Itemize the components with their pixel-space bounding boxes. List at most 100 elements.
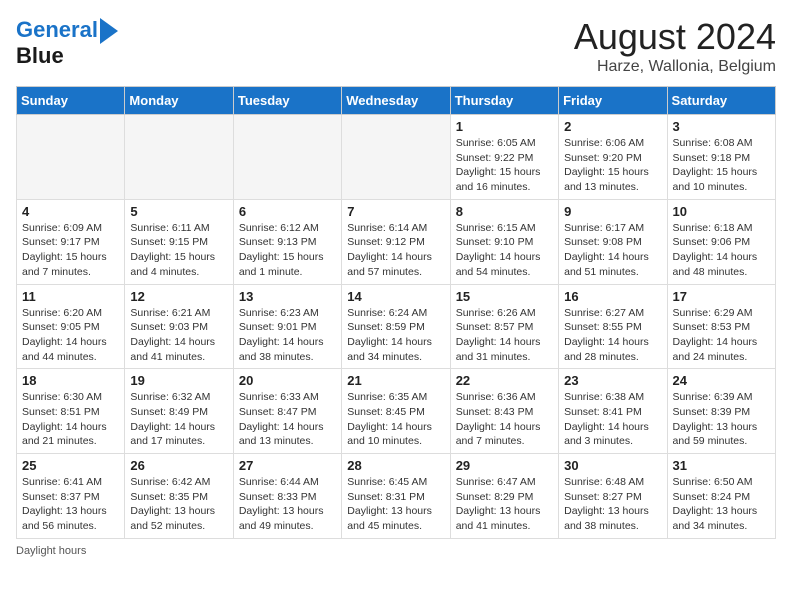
day-info: Sunrise: 6:26 AM Sunset: 8:57 PM Dayligh… bbox=[456, 306, 553, 365]
calendar-cell: 29 Sunrise: 6:47 AM Sunset: 8:29 PM Dayli… bbox=[450, 454, 558, 539]
calendar-cell: 13Sunrise: 6:23 AM Sunset: 9:01 PM Dayli… bbox=[233, 284, 341, 369]
day-number: 19 bbox=[130, 373, 227, 388]
calendar-cell bbox=[125, 115, 233, 200]
week-row-4: 25 Sunrise: 6:41 AM Sunset: 8:37 PM Dayli… bbox=[17, 454, 776, 539]
day-number: 7 bbox=[347, 204, 444, 219]
logo-arrow-icon bbox=[100, 18, 118, 44]
calendar-cell: 15 Sunrise: 6:26 AM Sunset: 8:57 PM Dayli… bbox=[450, 284, 558, 369]
calendar-table: Sunday Monday Tuesday Wednesday Thursday… bbox=[16, 86, 776, 539]
calendar-cell: 18 Sunrise: 6:30 AM Sunset: 8:51 PM Dayli… bbox=[17, 369, 125, 454]
day-info: Sunrise: 6:14 AM Sunset: 9:12 PM Dayligh… bbox=[347, 221, 444, 280]
day-info: Sunrise: 6:29 AM Sunset: 8:53 PM Dayligh… bbox=[673, 306, 770, 365]
col-friday: Friday bbox=[559, 87, 667, 115]
logo-text-blue: Blue bbox=[16, 44, 64, 68]
day-number: 25 bbox=[22, 458, 119, 473]
calendar-cell: 30 Sunrise: 6:48 AM Sunset: 8:27 PM Dayli… bbox=[559, 454, 667, 539]
day-number: 27 bbox=[239, 458, 336, 473]
day-number: 4 bbox=[22, 204, 119, 219]
col-monday: Monday bbox=[125, 87, 233, 115]
day-number: 9 bbox=[564, 204, 661, 219]
calendar-cell: 7 Sunrise: 6:14 AM Sunset: 9:12 PM Daylig… bbox=[342, 199, 450, 284]
day-info: Sunrise: 6:39 AM Sunset: 8:39 PM Dayligh… bbox=[673, 390, 770, 449]
day-info: Sunrise: 6:17 AM Sunset: 9:08 PM Dayligh… bbox=[564, 221, 661, 280]
day-info: Sunrise: 6:50 AM Sunset: 8:24 PM Dayligh… bbox=[673, 475, 770, 534]
day-info: Sunrise: 6:24 AM Sunset: 8:59 PM Dayligh… bbox=[347, 306, 444, 365]
col-wednesday: Wednesday bbox=[342, 87, 450, 115]
calendar-cell: 16Sunrise: 6:27 AM Sunset: 8:55 PM Dayli… bbox=[559, 284, 667, 369]
day-info: Sunrise: 6:33 AM Sunset: 8:47 PM Dayligh… bbox=[239, 390, 336, 449]
day-number: 11 bbox=[22, 289, 119, 304]
day-info: Sunrise: 6:09 AM Sunset: 9:17 PM Dayligh… bbox=[22, 221, 119, 280]
day-number: 5 bbox=[130, 204, 227, 219]
day-info: Sunrise: 6:35 AM Sunset: 8:45 PM Dayligh… bbox=[347, 390, 444, 449]
day-info: Sunrise: 6:32 AM Sunset: 8:49 PM Dayligh… bbox=[130, 390, 227, 449]
calendar-cell: 8 Sunrise: 6:15 AM Sunset: 9:10 PM Daylig… bbox=[450, 199, 558, 284]
calendar-cell: 25 Sunrise: 6:41 AM Sunset: 8:37 PM Dayli… bbox=[17, 454, 125, 539]
calendar-cell: 3Sunrise: 6:08 AM Sunset: 9:18 PM Daylig… bbox=[667, 115, 775, 200]
day-info: Sunrise: 6:41 AM Sunset: 8:37 PM Dayligh… bbox=[22, 475, 119, 534]
calendar-cell: 4 Sunrise: 6:09 AM Sunset: 9:17 PM Daylig… bbox=[17, 199, 125, 284]
day-number: 17 bbox=[673, 289, 770, 304]
calendar-cell: 5Sunrise: 6:11 AM Sunset: 9:15 PM Daylig… bbox=[125, 199, 233, 284]
day-number: 28 bbox=[347, 458, 444, 473]
calendar-cell: 24 Sunrise: 6:39 AM Sunset: 8:39 PM Dayli… bbox=[667, 369, 775, 454]
day-number: 18 bbox=[22, 373, 119, 388]
calendar-cell bbox=[233, 115, 341, 200]
day-number: 6 bbox=[239, 204, 336, 219]
calendar-cell: 26Sunrise: 6:42 AM Sunset: 8:35 PM Dayli… bbox=[125, 454, 233, 539]
day-info: Sunrise: 6:06 AM Sunset: 9:20 PM Dayligh… bbox=[564, 136, 661, 195]
day-number: 3 bbox=[673, 119, 770, 134]
col-sunday: Sunday bbox=[17, 87, 125, 115]
day-number: 2 bbox=[564, 119, 661, 134]
calendar-cell: 2 Sunrise: 6:06 AM Sunset: 9:20 PM Daylig… bbox=[559, 115, 667, 200]
title-block: August 2024 Harze, Wallonia, Belgium bbox=[574, 16, 776, 76]
day-info: Sunrise: 6:15 AM Sunset: 9:10 PM Dayligh… bbox=[456, 221, 553, 280]
calendar-cell: 6 Sunrise: 6:12 AM Sunset: 9:13 PM Daylig… bbox=[233, 199, 341, 284]
day-info: Sunrise: 6:38 AM Sunset: 8:41 PM Dayligh… bbox=[564, 390, 661, 449]
calendar-cell: 28 Sunrise: 6:45 AM Sunset: 8:31 PM Dayli… bbox=[342, 454, 450, 539]
day-info: Sunrise: 6:30 AM Sunset: 8:51 PM Dayligh… bbox=[22, 390, 119, 449]
logo-text: General bbox=[16, 18, 98, 42]
day-info: Sunrise: 6:47 AM Sunset: 8:29 PM Dayligh… bbox=[456, 475, 553, 534]
day-number: 20 bbox=[239, 373, 336, 388]
calendar-cell: 20 Sunrise: 6:33 AM Sunset: 8:47 PM Dayli… bbox=[233, 369, 341, 454]
calendar-cell: 21 Sunrise: 6:35 AM Sunset: 8:45 PM Dayli… bbox=[342, 369, 450, 454]
calendar-cell bbox=[17, 115, 125, 200]
main-title: August 2024 bbox=[574, 16, 776, 58]
day-number: 21 bbox=[347, 373, 444, 388]
day-number: 29 bbox=[456, 458, 553, 473]
day-info: Sunrise: 6:44 AM Sunset: 8:33 PM Dayligh… bbox=[239, 475, 336, 534]
footer-label: Daylight hours bbox=[16, 545, 86, 557]
day-info: Sunrise: 6:23 AM Sunset: 9:01 PM Dayligh… bbox=[239, 306, 336, 365]
col-thursday: Thursday bbox=[450, 87, 558, 115]
calendar-cell: 22Sunrise: 6:36 AM Sunset: 8:43 PM Dayli… bbox=[450, 369, 558, 454]
day-number: 14 bbox=[347, 289, 444, 304]
day-info: Sunrise: 6:45 AM Sunset: 8:31 PM Dayligh… bbox=[347, 475, 444, 534]
day-number: 12 bbox=[130, 289, 227, 304]
calendar-cell: 1Sunrise: 6:05 AM Sunset: 9:22 PM Daylig… bbox=[450, 115, 558, 200]
day-info: Sunrise: 6:21 AM Sunset: 9:03 PM Dayligh… bbox=[130, 306, 227, 365]
calendar-cell: 11Sunrise: 6:20 AM Sunset: 9:05 PM Dayli… bbox=[17, 284, 125, 369]
day-info: Sunrise: 6:12 AM Sunset: 9:13 PM Dayligh… bbox=[239, 221, 336, 280]
day-number: 31 bbox=[673, 458, 770, 473]
day-info: Sunrise: 6:48 AM Sunset: 8:27 PM Dayligh… bbox=[564, 475, 661, 534]
day-number: 23 bbox=[564, 373, 661, 388]
day-info: Sunrise: 6:18 AM Sunset: 9:06 PM Dayligh… bbox=[673, 221, 770, 280]
week-row-3: 18 Sunrise: 6:30 AM Sunset: 8:51 PM Dayli… bbox=[17, 369, 776, 454]
logo: General Blue bbox=[16, 16, 118, 68]
day-number: 15 bbox=[456, 289, 553, 304]
calendar-cell bbox=[342, 115, 450, 200]
week-row-0: 1Sunrise: 6:05 AM Sunset: 9:22 PM Daylig… bbox=[17, 115, 776, 200]
page-header: General Blue August 2024 Harze, Wallonia… bbox=[16, 16, 776, 76]
day-number: 8 bbox=[456, 204, 553, 219]
subtitle: Harze, Wallonia, Belgium bbox=[574, 58, 776, 76]
calendar-cell: 12 Sunrise: 6:21 AM Sunset: 9:03 PM Dayli… bbox=[125, 284, 233, 369]
calendar-cell: 14 Sunrise: 6:24 AM Sunset: 8:59 PM Dayli… bbox=[342, 284, 450, 369]
day-number: 10 bbox=[673, 204, 770, 219]
day-number: 30 bbox=[564, 458, 661, 473]
day-number: 24 bbox=[673, 373, 770, 388]
calendar-cell: 23 Sunrise: 6:38 AM Sunset: 8:41 PM Dayli… bbox=[559, 369, 667, 454]
calendar-cell: 10 Sunrise: 6:18 AM Sunset: 9:06 PM Dayli… bbox=[667, 199, 775, 284]
calendar-cell: 19 Sunrise: 6:32 AM Sunset: 8:49 PM Dayli… bbox=[125, 369, 233, 454]
day-info: Sunrise: 6:42 AM Sunset: 8:35 PM Dayligh… bbox=[130, 475, 227, 534]
